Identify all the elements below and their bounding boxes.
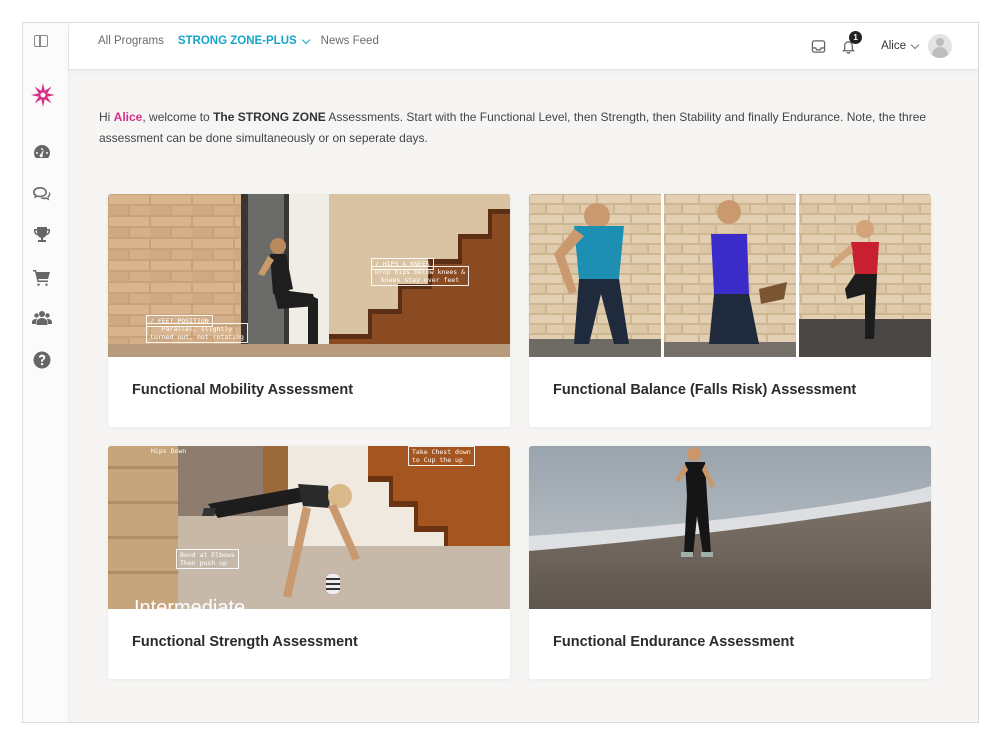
annotation-line: turned out, not rotating <box>150 333 244 341</box>
annotation-line: Take Chest down <box>412 448 471 456</box>
nav-active-program-label: STRONG ZONE-PLUS <box>177 35 297 47</box>
dashboard-icon[interactable] <box>31 141 53 163</box>
svg-text:Intermediate: Intermediate <box>134 597 245 609</box>
nav-active-program[interactable]: STRONG ZONE-PLUS <box>177 35 310 47</box>
annotation-chest: Take Chest down to Cup the up <box>408 446 475 466</box>
app-frame: All Programs STRONG ZONE-PLUS News Feed … <box>22 22 979 723</box>
annotation-hips-knees-text: Drop hips below knees & knees stay over … <box>371 266 470 286</box>
topbar-actions: 1 Alice <box>809 29 952 63</box>
sidebar <box>23 23 69 722</box>
annotation-line: Drop hips below knees & <box>375 268 466 276</box>
nav-news-feed[interactable]: News Feed <box>321 35 379 47</box>
annotation-line: Parallel, slightly <box>161 325 233 333</box>
annotation-elbows: Bend at Elbows Then push up <box>176 549 239 569</box>
annotation-line: knees stay over feet <box>380 276 460 284</box>
user-menu[interactable]: Alice <box>881 40 920 52</box>
annotation-line: Then push up <box>180 559 227 567</box>
annotation-feet-position-text: Parallel, slightly turned out, not rotat… <box>146 323 248 343</box>
card-title: Functional Balance (Falls Risk) Assessme… <box>553 382 857 398</box>
trophy-icon[interactable] <box>31 224 53 246</box>
endurance-assessment-image <box>529 446 931 609</box>
top-navigation-bar: All Programs STRONG ZONE-PLUS News Feed … <box>69 23 978 70</box>
starburst-logo[interactable] <box>29 81 57 109</box>
cart-icon[interactable] <box>31 266 53 288</box>
assessment-card-balance[interactable]: Functional Balance (Falls Risk) Assessme… <box>529 194 931 427</box>
welcome-greeting: Hi <box>99 110 114 124</box>
card-title: Functional Strength Assessment <box>132 634 358 650</box>
chevron-down-icon <box>301 35 310 44</box>
chat-icon[interactable] <box>31 183 53 205</box>
program-nav: All Programs STRONG ZONE-PLUS News Feed <box>98 35 393 47</box>
notification-badge: 1 <box>849 31 863 44</box>
mobility-assessment-image: / HIPS & KNEES Drop hips below knees & k… <box>108 194 510 357</box>
avatar[interactable] <box>928 34 952 58</box>
inbox-icon[interactable] <box>809 37 827 55</box>
card-title: Functional Endurance Assessment <box>553 634 795 650</box>
assessment-card-mobility[interactable]: / HIPS & KNEES Drop hips below knees & k… <box>108 194 510 427</box>
chevron-down-icon <box>910 40 920 49</box>
sidebar-toggle-icon[interactable] <box>34 35 48 47</box>
users-icon[interactable] <box>31 307 53 329</box>
welcome-part1: , welcome to <box>142 110 214 124</box>
welcome-brand: The STRONG ZONE <box>213 110 326 124</box>
bell-icon[interactable]: 1 <box>839 31 863 55</box>
welcome-user-name: Alice <box>113 110 143 124</box>
welcome-message: Hi Alice, welcome to The STRONG ZONE Ass… <box>99 107 959 149</box>
annotation-line: Bend at Elbows <box>180 551 235 559</box>
help-icon[interactable] <box>31 349 53 371</box>
balance-assessment-image <box>529 194 931 357</box>
annotation-line: to Cup the up <box>412 456 463 464</box>
card-title: Functional Mobility Assessment <box>132 382 354 398</box>
annotation-hips-down: Hips Down <box>151 447 187 455</box>
strength-assessment-image: Intermediate Hips Down Take Chest down t… <box>108 446 510 609</box>
assessment-card-endurance[interactable]: Functional Endurance Assessment <box>529 446 931 679</box>
nav-all-programs[interactable]: All Programs <box>98 35 164 47</box>
user-name: Alice <box>881 40 906 52</box>
assessment-card-strength[interactable]: Intermediate Hips Down Take Chest down t… <box>108 446 510 679</box>
